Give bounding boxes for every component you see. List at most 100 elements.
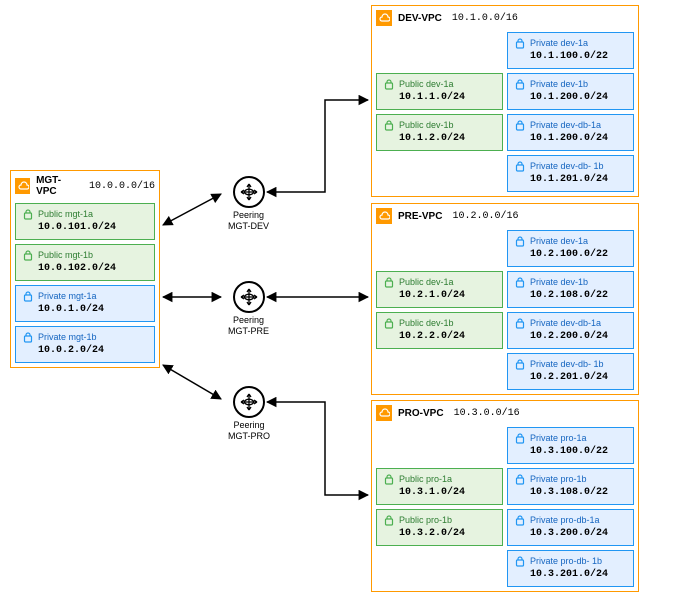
subnet-private: Private pro-1a 10.3.100.0/22 (507, 427, 634, 464)
subnet-label: Private pro-db- 1b (530, 556, 602, 566)
subnet-label: Private mgt-1b (38, 332, 97, 342)
subnet-cidr: 10.3.2.0/24 (383, 528, 496, 539)
subnet-cidr: 10.2.201.0/24 (514, 372, 627, 383)
lock-closed-icon (514, 317, 526, 329)
lock-closed-icon (514, 119, 526, 131)
lock-closed-icon (514, 37, 526, 49)
vpc-header: DEV-VPC 10.1.0.0/16 (376, 10, 634, 26)
lock-closed-icon (514, 160, 526, 172)
vpc-mgt: MGT-VPC 10.0.0.0/16 Public mgt-1a 10.0.1… (10, 170, 160, 368)
peering-mgt-pro: Peering MGT-PRO (228, 386, 270, 442)
vpc-cidr: 10.3.0.0/16 (454, 408, 520, 419)
vpc-peering-icon (233, 176, 265, 208)
vpc-body: Public dev-1a 10.2.1.0/24 Public dev-1b … (376, 230, 634, 390)
lock-closed-icon (514, 276, 526, 288)
subnet-label: Public dev-1a (399, 277, 454, 287)
lock-closed-icon (22, 331, 34, 343)
subnet-cidr: 10.3.201.0/24 (514, 569, 627, 580)
subnet-label: Public dev-1a (399, 79, 454, 89)
subnet-label: Private pro-1b (530, 474, 587, 484)
vpc-cidr: 10.0.0.0/16 (89, 181, 155, 192)
cloud-icon (15, 178, 30, 194)
subnet-label: Public dev-1b (399, 120, 454, 130)
lock-closed-icon (22, 290, 34, 302)
subnet-label: Private pro-1a (530, 433, 587, 443)
peering-mgt-dev: Peering MGT-DEV (228, 176, 269, 232)
subnet-cidr: 10.3.200.0/24 (514, 528, 627, 539)
subnet-public: Public mgt-1b 10.0.102.0/24 (15, 244, 155, 281)
peering-title: Peering (228, 315, 269, 326)
vpc-header: PRE-VPC 10.2.0.0/16 (376, 208, 634, 224)
subnet-cidr: 10.1.201.0/24 (514, 174, 627, 185)
vpc-dev: DEV-VPC 10.1.0.0/16 Public dev-1a 10.1.1… (371, 5, 639, 197)
lock-closed-icon (514, 555, 526, 567)
subnet-label: Public dev-1b (399, 318, 454, 328)
subnet-label: Private dev-db- 1b (530, 161, 604, 171)
subnet-cidr: 10.2.200.0/24 (514, 331, 627, 342)
subnet-private: Private mgt-1a 10.0.1.0/24 (15, 285, 155, 322)
lock-closed-icon (514, 514, 526, 526)
lock-open-icon (22, 208, 34, 220)
subnet-cidr: 10.2.1.0/24 (383, 290, 496, 301)
subnet-label: Public pro-1b (399, 515, 452, 525)
cloud-icon (376, 208, 392, 224)
subnet-label: Public mgt-1a (38, 209, 93, 219)
subnet-cidr: 10.1.1.0/24 (383, 92, 496, 103)
subnet-cidr: 10.3.1.0/24 (383, 487, 496, 498)
private-col: Private dev-1a 10.1.100.0/22 Private dev… (507, 32, 634, 192)
subnet-cidr: 10.0.101.0/24 (22, 222, 148, 233)
subnet-label: Private mgt-1a (38, 291, 97, 301)
lock-open-icon (383, 317, 395, 329)
subnet-label: Private dev-1a (530, 38, 588, 48)
subnet-public: Public dev-1b 10.1.2.0/24 (376, 114, 503, 151)
public-col: Public dev-1a 10.1.1.0/24 Public dev-1b … (376, 32, 503, 192)
subnet-public: Public mgt-1a 10.0.101.0/24 (15, 203, 155, 240)
vpc-body: Public dev-1a 10.1.1.0/24 Public dev-1b … (376, 32, 634, 192)
subnet-private: Private dev-db-1a 10.2.200.0/24 (507, 312, 634, 349)
public-col: Public dev-1a 10.2.1.0/24 Public dev-1b … (376, 230, 503, 390)
subnet-cidr: 10.3.108.0/22 (514, 487, 627, 498)
vpc-subnets: Public mgt-1a 10.0.101.0/24 Public mgt-1… (15, 203, 155, 363)
lock-closed-icon (514, 235, 526, 247)
subnet-cidr: 10.2.100.0/22 (514, 249, 627, 260)
subnet-public: Public pro-1b 10.3.2.0/24 (376, 509, 503, 546)
subnet-label: Private pro-db-1a (530, 515, 600, 525)
lock-open-icon (22, 249, 34, 261)
vpc-name: MGT-VPC (36, 175, 79, 197)
subnet-private: Private pro-1b 10.3.108.0/22 (507, 468, 634, 505)
peering-title: Peering (228, 420, 270, 431)
lock-closed-icon (514, 432, 526, 444)
subnet-cidr: 10.1.2.0/24 (383, 133, 496, 144)
subnet-private: Private dev-db- 1b 10.1.201.0/24 (507, 155, 634, 192)
vpc-cidr: 10.1.0.0/16 (452, 13, 518, 24)
lock-open-icon (383, 514, 395, 526)
subnet-private: Private mgt-1b 10.0.2.0/24 (15, 326, 155, 363)
peering-name: MGT-DEV (228, 221, 269, 232)
lock-closed-icon (514, 78, 526, 90)
vpc-peering-icon (233, 386, 265, 418)
subnet-public: Public pro-1a 10.3.1.0/24 (376, 468, 503, 505)
subnet-private: Private dev-db- 1b 10.2.201.0/24 (507, 353, 634, 390)
lock-open-icon (383, 473, 395, 485)
subnet-cidr: 10.1.200.0/24 (514, 92, 627, 103)
subnet-cidr: 10.1.100.0/22 (514, 51, 627, 62)
lock-open-icon (383, 119, 395, 131)
private-col: Private pro-1a 10.3.100.0/22 Private pro… (507, 427, 634, 587)
peering-name: MGT-PRE (228, 326, 269, 337)
subnet-cidr: 10.0.102.0/24 (22, 263, 148, 274)
subnet-label: Private dev-db-1a (530, 120, 601, 130)
vpc-header: MGT-VPC 10.0.0.0/16 (15, 175, 155, 197)
subnet-cidr: 10.2.108.0/22 (514, 290, 627, 301)
subnet-cidr: 10.1.200.0/24 (514, 133, 627, 144)
subnet-label: Private dev-1b (530, 277, 588, 287)
subnet-label: Public pro-1a (399, 474, 452, 484)
vpc-name: PRO-VPC (398, 408, 444, 419)
subnet-cidr: 10.0.2.0/24 (22, 345, 148, 356)
peering-name: MGT-PRO (228, 431, 270, 442)
peering-mgt-pre: Peering MGT-PRE (228, 281, 269, 337)
subnet-public: Public dev-1a 10.1.1.0/24 (376, 73, 503, 110)
lock-open-icon (383, 78, 395, 90)
subnet-label: Public mgt-1b (38, 250, 93, 260)
cloud-icon (376, 10, 392, 26)
vpc-header: PRO-VPC 10.3.0.0/16 (376, 405, 634, 421)
